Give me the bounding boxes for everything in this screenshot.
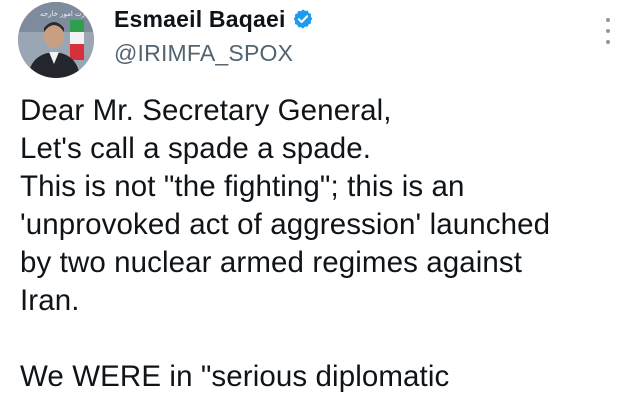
tweet-line-break (20, 320, 630, 358)
verified-badge-icon (293, 9, 312, 29)
tweet-text: Dear Mr. Secretary General, Let's call a… (20, 92, 630, 396)
avatar[interactable]: وزارت امور خارجه (18, 2, 94, 78)
avatar-image: وزارت امور خارجه (18, 2, 94, 78)
tweet-line: Let's call a spade a spade. (20, 132, 372, 165)
tweet-line: 'unprovoked act of aggression' launched (20, 208, 551, 241)
more-vertical-icon[interactable] (602, 18, 614, 44)
name-row: Esmaeil Baqaei (114, 4, 314, 34)
author-block: Esmaeil Baqaei @IRIMFA_SPOX (114, 4, 314, 68)
tweet-card: وزارت امور خارجه Esmaeil Baqaei @IRIMFA_… (0, 0, 640, 417)
more-dot (606, 29, 610, 33)
tweet-line: This is not "the fighting"; this is an (20, 170, 465, 203)
display-name[interactable]: Esmaeil Baqaei (114, 4, 286, 34)
more-dot (606, 40, 610, 44)
avatar-caption: وزارت امور خارجه (40, 10, 94, 18)
tweet-line: Iran. (20, 284, 80, 317)
tweet-line: Dear Mr. Secretary General, (20, 94, 392, 127)
tweet-line: by two nuclear armed regimes against (20, 246, 523, 279)
more-dot (606, 18, 610, 22)
user-handle[interactable]: @IRIMFA_SPOX (114, 38, 314, 68)
tweet-line: We WERE in "serious diplomatic (20, 360, 450, 393)
